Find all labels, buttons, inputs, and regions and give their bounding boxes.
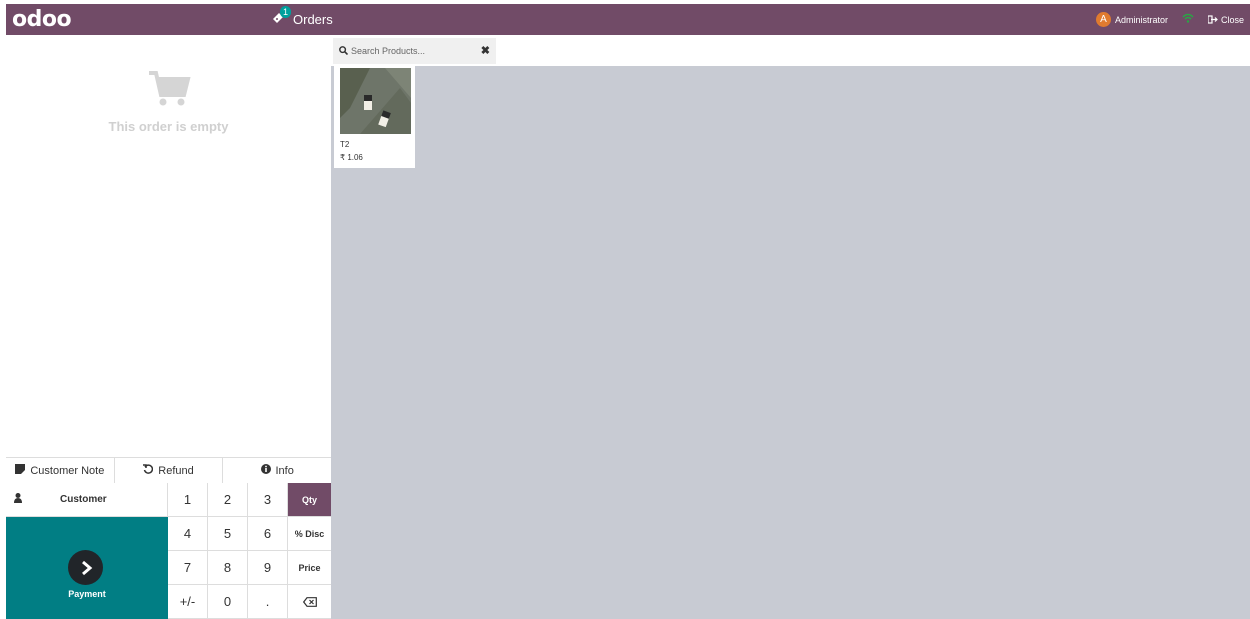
price-mode-button[interactable]: Price: [288, 551, 331, 585]
product-card[interactable]: T2 ₹ 1.06: [334, 66, 415, 168]
orders-button[interactable]: 1 Orders: [272, 4, 333, 35]
product-name: T2: [340, 140, 350, 149]
empty-order-message: This order is empty: [108, 119, 229, 134]
numpad-key-8[interactable]: 8: [208, 551, 248, 585]
order-pane: This order is empty Customer Note Refund…: [6, 35, 332, 619]
search-input[interactable]: Search Products...: [351, 46, 425, 56]
odoo-logo: odoo: [12, 7, 72, 32]
empty-order: This order is empty: [6, 69, 331, 134]
product-price: ₹ 1.06: [340, 153, 363, 162]
search-bar: Search Products... ✖: [331, 35, 1250, 66]
search-icon: [339, 45, 349, 57]
close-label: Close: [1220, 14, 1244, 25]
info-label: Info: [275, 464, 294, 477]
numpad-key-2[interactable]: 2: [208, 483, 248, 517]
sign-out-icon: [1207, 15, 1218, 24]
ticket-icon: 1: [272, 6, 292, 27]
user-name[interactable]: Administrator: [1115, 15, 1168, 25]
close-button[interactable]: Close: [1207, 14, 1244, 25]
payment-label: Payment: [68, 589, 106, 599]
undo-icon: [143, 464, 154, 477]
backspace-button[interactable]: [288, 585, 331, 619]
user-avatar[interactable]: A: [1095, 12, 1111, 27]
info-icon: [260, 464, 271, 477]
chevron-right-icon: [68, 550, 103, 585]
numpad-key-6[interactable]: 6: [248, 517, 288, 551]
numpad-key-decimal[interactable]: .: [248, 585, 288, 619]
product-pane: Search Products... ✖ T2 ₹ 1.06: [331, 35, 1250, 619]
numpad: 1 2 3 Qty 4 5 6 % Disc 7 8 9 Price +/- 0…: [168, 483, 331, 619]
backspace-icon: [302, 596, 317, 607]
numpad-key-0[interactable]: 0: [208, 585, 248, 619]
customer-note-button[interactable]: Customer Note: [6, 458, 115, 483]
search-box[interactable]: Search Products... ✖: [333, 38, 496, 64]
numpad-key-3[interactable]: 3: [248, 483, 288, 517]
note-icon: [15, 464, 26, 477]
info-button[interactable]: Info: [223, 458, 332, 483]
customer-button[interactable]: Customer: [6, 483, 168, 517]
qty-mode-button[interactable]: Qty: [288, 483, 331, 517]
product-image: [340, 68, 411, 134]
shopping-cart-icon: [148, 71, 191, 106]
numpad-key-1[interactable]: 1: [168, 483, 208, 517]
clear-search-icon[interactable]: ✖: [481, 44, 490, 57]
orders-count-badge: 1: [280, 6, 292, 18]
customer-note-label: Customer Note: [30, 464, 105, 477]
orders-label: Orders: [293, 12, 333, 27]
customer-label: Customer: [60, 494, 107, 505]
wifi-icon: [1182, 13, 1194, 26]
control-buttons: Customer Note Refund Info: [6, 457, 332, 484]
top-right-area: A Administrator Close: [1095, 4, 1244, 35]
numpad-key-4[interactable]: 4: [168, 517, 208, 551]
payment-button[interactable]: Payment: [6, 517, 168, 619]
numpad-key-5[interactable]: 5: [208, 517, 248, 551]
top-bar: odoo 1 Orders A Administrator Close: [6, 4, 1250, 35]
refund-label: Refund: [158, 464, 194, 477]
refund-button[interactable]: Refund: [114, 458, 224, 483]
discount-mode-button[interactable]: % Disc: [288, 517, 331, 551]
numpad-key-9[interactable]: 9: [248, 551, 288, 585]
numpad-key-sign[interactable]: +/-: [168, 585, 208, 619]
user-icon: [14, 493, 22, 506]
numpad-key-7[interactable]: 7: [168, 551, 208, 585]
